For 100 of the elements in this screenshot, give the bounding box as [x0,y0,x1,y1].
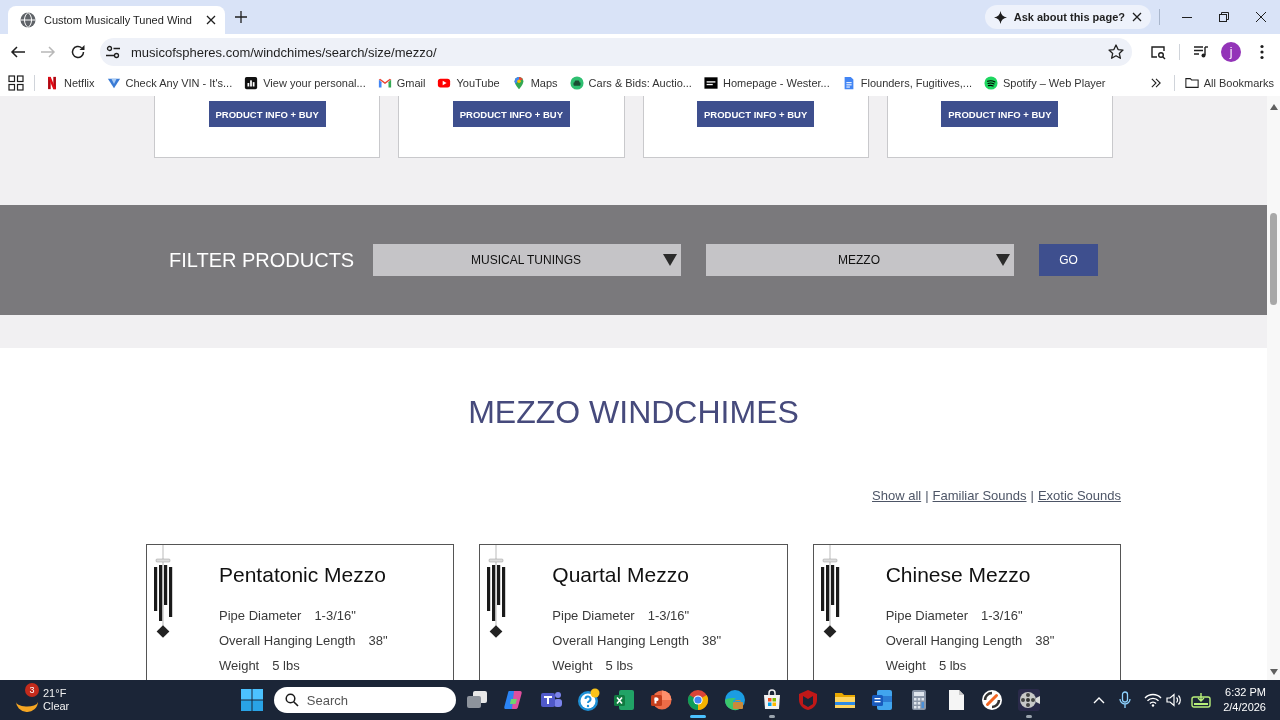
product-info-button[interactable]: PRODUCT INFO + BUY [452,101,570,127]
n-logo-icon [45,76,59,90]
crescent-moon-icon [15,700,39,712]
presentation-icon[interactable] [649,688,674,712]
bookmark-link[interactable]: Flounders, Fugitives,... [841,76,972,90]
apps-grid-icon[interactable] [8,75,24,91]
dropdown-select[interactable]: MEZZO [706,244,1014,276]
bookmark-link[interactable]: YouTube [437,76,500,90]
product-info-button[interactable]: PRODUCT INFO + BUY [697,101,815,127]
search-field[interactable]: Search [273,687,456,713]
browser-tab[interactable]: Custom Musically Tuned Wind [8,6,225,34]
download-tray-icon[interactable] [1191,692,1212,708]
close-icon[interactable] [1132,12,1142,22]
envelope-icon [377,76,392,90]
double-chevron-icon[interactable] [1149,78,1162,88]
dropdown-select[interactable]: MUSICAL TUNINGS [373,244,681,276]
more-menu-icon[interactable] [1260,44,1264,60]
spec-label: Pipe Diameter [219,608,302,623]
logo-tile-icon [703,76,718,90]
close-icon[interactable] [205,15,216,25]
filter-link[interactable]: Familiar Sounds [932,487,1027,505]
notification-badge: 3 [25,683,39,697]
document-editor-icon[interactable] [869,688,894,712]
spec-value: 5 lbs [272,658,300,673]
product-title: Pentatonic Mezzo [219,562,387,588]
bookmark-link[interactable]: Netflix [45,76,95,90]
caret-icon [996,254,1010,266]
bookmark-star-icon[interactable] [1108,44,1124,60]
reload-icon[interactable] [70,44,86,60]
microphone-icon[interactable] [1119,691,1132,709]
film-reel-icon[interactable] [1017,688,1042,712]
caret-icon [663,254,677,266]
spec-value: 38" [1035,633,1055,648]
scroll-down-icon[interactable] [1269,669,1278,675]
scrollbar[interactable] [1267,96,1280,680]
close-window-icon[interactable] [1256,12,1266,22]
bookmark-link[interactable]: Maps [511,76,558,90]
spec-label: Weight [552,658,593,673]
sound-waves-icon [984,76,998,90]
start-icon[interactable] [240,688,265,712]
spreadsheet-icon[interactable] [612,688,637,712]
spec-value: 38" [368,633,388,648]
spec-label: Overall Hanging Length [552,633,689,648]
spec-value: 1-3/16" [647,608,690,623]
spec-value: 1-3/16" [314,608,356,623]
spec-label: Weight [885,658,926,673]
spec-value: 38" [701,633,721,648]
wifi-icon[interactable] [1144,693,1163,707]
circle-briefcase-icon[interactable] [722,688,747,712]
spec-value: 1-3/16" [981,608,1023,623]
globe-icon [20,12,36,28]
folder-icon [1184,76,1199,90]
spec-value: 5 lbs [938,658,967,673]
v-logo-icon [106,76,121,90]
chevron-up-icon[interactable] [1093,696,1106,704]
sparkle-icon [993,10,1007,24]
bookmark-link[interactable]: Check Any VIN - It's... [106,76,233,90]
product-info-button[interactable]: PRODUCT INFO + BUY [208,101,326,127]
bookmark-link[interactable]: Cars & Bids: Auctio... [569,76,692,90]
profile-avatar[interactable]: j [1221,42,1241,62]
spec-label: Pipe Diameter [552,608,635,623]
help-icon[interactable] [575,688,600,712]
filter-link[interactable]: Exotic Sounds [1037,487,1121,505]
address-field[interactable]: musicofspheres.com/windchimes/search/size/mezzo/ [100,38,1132,66]
browser-icon[interactable] [685,688,710,712]
product-title: Quartal Mezzo [552,562,690,588]
media-controls-icon[interactable] [1193,44,1209,60]
spec-label: Overall Hanging Length [885,633,1023,648]
bookmark-link[interactable]: Homepage - Wester... [703,76,830,90]
volume-icon[interactable] [1166,693,1183,707]
tab-search-icon[interactable] [1150,44,1166,60]
new-tab-icon[interactable] [234,11,247,23]
product-title: Chinese Mezzo [885,562,1032,588]
bookmark-link[interactable]: Spotify – Web Player [984,76,1106,90]
product-info-button[interactable]: PRODUCT INFO + BUY [941,101,1059,127]
all-bookmarks-link[interactable]: All Bookmarks [1184,76,1274,90]
search-icon [284,693,299,707]
restore-icon[interactable] [1219,12,1229,22]
spec-label: Weight [219,658,260,673]
spec-label: Pipe Diameter [885,608,969,623]
scroll-up-icon[interactable] [1269,104,1278,110]
link-separator: | [925,487,929,505]
bookmark-link[interactable]: View your personal... [244,76,366,90]
car-icon [569,76,584,90]
circle-logo-icon[interactable] [980,688,1005,712]
back-icon[interactable] [10,44,26,60]
site-settings-icon[interactable] [105,44,121,60]
link-separator: | [1030,487,1034,505]
spec-label: Overall Hanging Length [219,633,356,648]
bookmark-link[interactable]: Gmail [377,76,426,90]
go-button[interactable]: GO [1039,244,1098,276]
spec-value: 5 lbs [605,658,634,673]
bar-chart-icon [244,76,259,90]
weather-widget[interactable]: 3 21°F Clear [15,682,74,718]
ask-page-button[interactable]: Ask about this page? [984,5,1151,29]
scrollbar-thumb[interactable] [1270,213,1277,305]
page-heading: MEZZO WINDCHIMES [467,393,800,431]
filter-link[interactable]: Show all [872,487,922,505]
filter-title: FILTER PRODUCTS [169,248,356,272]
taskbar-clock[interactable]: 6:32 PM 2/4/2026 [1223,685,1266,715]
